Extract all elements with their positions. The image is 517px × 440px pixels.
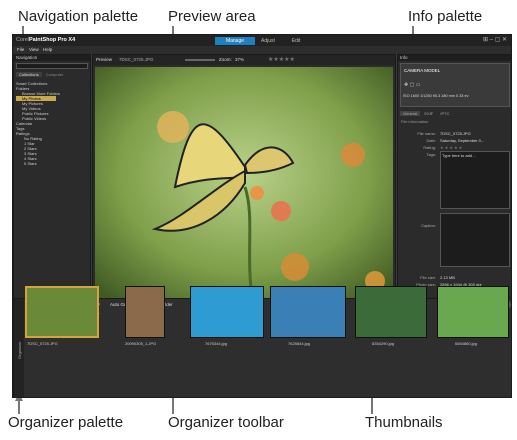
label-rating: Rating: <box>423 145 436 150</box>
tab-manage[interactable]: Manage <box>215 37 255 45</box>
thumbnail-caption-5: 8354290.jpg <box>372 341 395 346</box>
rating-stars-icon[interactable]: ★★★★★ <box>268 56 295 63</box>
info-header: Info <box>398 55 511 61</box>
callout-info-palette: Info palette <box>408 8 483 25</box>
stat-focal: 180 mm <box>441 94 455 98</box>
stat-shutter: 1/1250 <box>420 94 432 98</box>
value-rating[interactable]: ★ ★ ★ ★ ★ <box>440 145 462 150</box>
bokeh-flower <box>341 143 365 167</box>
tab-exif[interactable]: EXIF <box>421 111 436 116</box>
zoom-value: 37% <box>235 57 245 62</box>
title-bar: Corel PaintShop Pro X4 Manage Adjust Edi… <box>13 35 511 46</box>
app-title: PaintShop Pro X4 <box>29 37 76 43</box>
tab-iptc[interactable]: IPTC <box>437 111 452 116</box>
thumbnail-caption-1: 7DSC_0725.JPG <box>27 341 58 346</box>
tree-5-stars[interactable]: 5 Stars <box>16 161 60 166</box>
label-caption: Caption: <box>421 223 436 228</box>
value-file-name: 7DSC_0725.JPG <box>440 131 471 136</box>
menu-view[interactable]: View <box>29 47 39 52</box>
organizer-side-label: Organizer <box>17 341 22 359</box>
thumbnail-5[interactable] <box>355 286 427 338</box>
preview-filename: 7DSC_0725.JPG <box>119 57 154 62</box>
camera-icons: ✥ ▢ ▭ <box>404 82 421 88</box>
navigation-tree: Smart Collections Folders Browse More Fo… <box>16 81 60 166</box>
navigation-header: Navigation <box>14 55 90 61</box>
label-file-size: File size: <box>420 275 436 280</box>
thumbnail-caption-2: 20090305_1.JPG <box>125 341 157 346</box>
thumbnail-caption-4: 7625844.jpg <box>288 341 311 346</box>
info-section-title: File information <box>401 119 429 124</box>
zoom-label: Zoom: <box>219 57 232 62</box>
thumbnail-caption-6: 6654860.jpg <box>455 341 478 346</box>
callout-preview-area: Preview area <box>168 8 256 25</box>
bokeh-flower <box>281 253 309 281</box>
info-palette: Info CAMERA MODEL ✥ ▢ ▭ ISO 1600 1/1250 … <box>397 54 511 306</box>
value-date: Saturday, September 0... <box>440 138 485 143</box>
tab-collections[interactable]: Collections <box>16 72 42 77</box>
preview-image <box>95 67 393 303</box>
label-tags: Tags: <box>426 152 436 157</box>
tab-edit[interactable]: Edit <box>283 37 309 45</box>
value-file-size: 2.13 MB <box>440 275 455 280</box>
thumbnail-1[interactable] <box>25 286 99 338</box>
app-title-prefix: Corel <box>16 37 30 43</box>
app-window: Corel PaintShop Pro X4 Manage Adjust Edi… <box>12 34 512 398</box>
label-date: Date: <box>426 138 436 143</box>
callout-organizer-palette: Organizer palette <box>8 414 124 431</box>
flower <box>250 186 264 200</box>
label-file-name: File name: <box>417 131 436 136</box>
callout-organizer-toolbar: Organizer toolbar <box>168 414 284 431</box>
stat-iso: ISO 1600 <box>403 94 420 98</box>
stat-ev: 0.33 ev <box>456 94 469 98</box>
camera-info-box: CAMERA MODEL ✥ ▢ ▭ ISO 1600 1/1250 f/5.3… <box>400 63 510 107</box>
camera-model: CAMERA MODEL <box>404 68 441 73</box>
window-controls-icon[interactable]: ⊞ – ▢ ✕ <box>483 36 507 43</box>
tab-adjust[interactable]: Adjust <box>255 37 281 45</box>
callout-navigation-palette: Navigation palette <box>18 8 139 25</box>
caption-input[interactable] <box>440 213 510 267</box>
organizer-side: Organizer <box>14 299 24 397</box>
menu-bar: File View Help <box>13 46 511 54</box>
annotated-screenshot: Navigation palette Preview area Info pal… <box>0 0 517 440</box>
thumbnail-3[interactable] <box>190 286 264 338</box>
stat-aperture: f/5.3 <box>432 94 441 98</box>
flower <box>271 201 291 221</box>
thumbnail-2[interactable] <box>125 286 165 338</box>
callout-thumbnails: Thumbnails <box>365 414 443 431</box>
navigation-search-input[interactable] <box>16 63 88 69</box>
navigation-palette: Navigation Collections Computer Smart Co… <box>13 54 91 306</box>
zoom-slider[interactable] <box>185 59 215 61</box>
preview-panel: Preview 7DSC_0725.JPG Zoom: 37% ★★★★★ <box>92 54 396 306</box>
menu-file[interactable]: File <box>17 47 24 52</box>
tags-placeholder: Type here to add ... <box>442 153 477 158</box>
info-tabs: General EXIF IPTC <box>400 111 453 116</box>
thumbnail-4[interactable] <box>270 286 346 338</box>
thumbnail-6[interactable] <box>437 286 509 338</box>
tab-general[interactable]: General <box>400 111 421 116</box>
preview-label: Preview <box>96 57 113 62</box>
navigation-tabs: Collections Computer <box>16 72 88 78</box>
tags-input[interactable]: Type here to add ... <box>440 151 510 209</box>
menu-help[interactable]: Help <box>43 47 52 52</box>
bokeh-flower <box>157 111 189 143</box>
tab-computer[interactable]: Computer <box>43 72 67 77</box>
thumbnail-caption-3: 7675344.jpg <box>205 341 228 346</box>
preview-toolbar: Preview 7DSC_0725.JPG Zoom: 37% ★★★★★ <box>93 55 395 65</box>
camera-stats: ISO 1600 1/1250 f/5.3 180 mm 0.33 ev <box>403 94 469 98</box>
